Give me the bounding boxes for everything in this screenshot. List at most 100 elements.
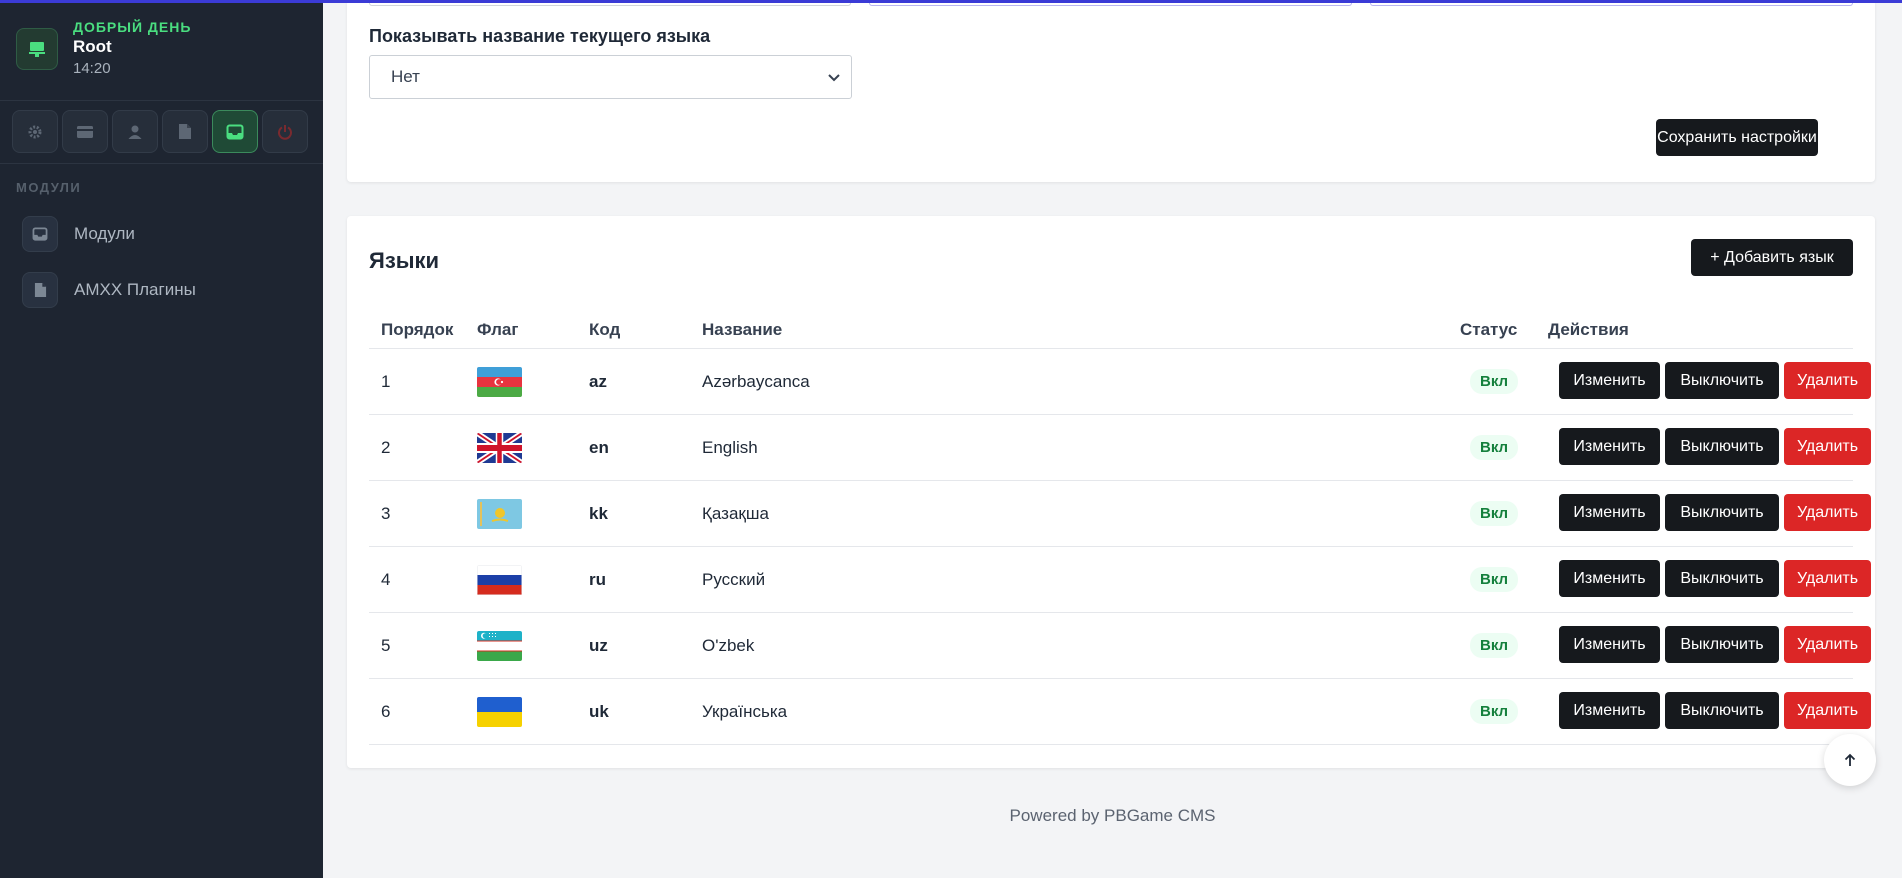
flag-en-icon — [477, 433, 522, 463]
edit-button[interactable]: Изменить — [1559, 692, 1660, 729]
settings-card: Показывать название текущего языка Нет С… — [347, 0, 1875, 182]
scroll-to-top-button[interactable] — [1824, 734, 1876, 786]
delete-button[interactable]: Удалить — [1784, 560, 1871, 597]
user-greeting: ДОБРЫЙ ДЕНЬ — [73, 19, 192, 35]
column-header-order: Порядок — [381, 320, 454, 339]
disable-button[interactable]: Выключить — [1665, 626, 1779, 663]
table-row: 6 uk Українська Вкл Изменить Выключить У… — [369, 679, 1871, 745]
row-code: kk — [589, 504, 608, 523]
languages-title: Языки — [369, 248, 440, 273]
select-value: Нет — [391, 67, 420, 86]
edit-button[interactable]: Изменить — [1559, 428, 1660, 465]
sidebar-item-label: AMXX Плагины — [74, 280, 196, 299]
sidebar-divider — [0, 163, 323, 164]
edit-button[interactable]: Изменить — [1559, 626, 1660, 663]
column-header-name: Название — [702, 320, 783, 339]
row-order: 6 — [381, 702, 391, 721]
monitor-icon — [29, 42, 45, 57]
top-accent-line — [0, 0, 1902, 3]
column-header-flag: Флаг — [477, 320, 519, 339]
delete-button[interactable]: Удалить — [1784, 494, 1871, 531]
row-name: Azərbaycanca — [702, 372, 810, 391]
status-badge: Вкл — [1470, 699, 1519, 724]
flag-uz-icon — [477, 631, 522, 661]
file-icon — [34, 283, 46, 297]
chevron-down-icon — [828, 74, 840, 82]
user-icon — [128, 125, 142, 139]
row-code: az — [589, 372, 607, 391]
inbox-icon — [226, 124, 244, 139]
disable-button[interactable]: Выключить — [1665, 560, 1779, 597]
row-code: en — [589, 438, 609, 457]
disable-button[interactable]: Выключить — [1665, 362, 1779, 399]
avatar[interactable] — [16, 28, 58, 70]
status-badge: Вкл — [1470, 501, 1519, 526]
file-icon — [179, 124, 191, 139]
edit-button[interactable]: Изменить — [1559, 362, 1660, 399]
delete-button[interactable]: Удалить — [1784, 692, 1871, 729]
row-order: 5 — [381, 636, 391, 655]
status-badge: Вкл — [1470, 369, 1519, 394]
row-code: ru — [589, 570, 606, 589]
table-row: 3 kk Қазақша Вкл Изменить Выключить Удал… — [369, 481, 1871, 547]
disable-button[interactable]: Выключить — [1665, 494, 1779, 531]
sidebar-item-modules[interactable]: Модули — [22, 215, 135, 253]
status-badge: Вкл — [1470, 567, 1519, 592]
column-header-code: Код — [589, 320, 621, 339]
table-header: Порядок Флаг Код Название Статус Действи… — [369, 311, 1853, 349]
status-badge: Вкл — [1470, 633, 1519, 658]
delete-button[interactable]: Удалить — [1784, 428, 1871, 465]
row-order: 3 — [381, 504, 391, 523]
row-code: uz — [589, 636, 608, 655]
add-language-button[interactable]: + Добавить язык — [1691, 239, 1853, 276]
row-name: Қазақша — [702, 504, 769, 523]
quick-settings-button[interactable] — [12, 110, 58, 153]
sidebar: ДОБРЫЙ ДЕНЬ Root 14:20 МОДУЛИ Модули AMX… — [0, 0, 323, 878]
quick-users-button[interactable] — [112, 110, 158, 153]
table-row: 2 en English Вкл Изменить Выключить Удал… — [369, 415, 1871, 481]
user-block: ДОБРЫЙ ДЕНЬ Root 14:20 — [16, 16, 306, 86]
quick-files-button[interactable] — [162, 110, 208, 153]
disable-button[interactable]: Выключить — [1665, 692, 1779, 729]
flag-ru-icon — [477, 565, 522, 595]
row-order: 4 — [381, 570, 391, 589]
row-code: uk — [589, 702, 609, 721]
table-row: 1 az Azərbaycanca Вкл Изменить Выключить… — [369, 349, 1871, 415]
edit-button[interactable]: Изменить — [1559, 560, 1660, 597]
table-row: 4 ru Русский Вкл Изменить Выключить Удал… — [369, 547, 1871, 613]
quick-payments-button[interactable] — [62, 110, 108, 153]
row-name: Українська — [702, 702, 788, 721]
row-name: Русский — [702, 570, 766, 589]
row-order: 1 — [381, 372, 391, 391]
column-header-actions: Действия — [1548, 320, 1629, 339]
flag-uk-icon — [477, 697, 522, 727]
delete-button[interactable]: Удалить — [1784, 362, 1871, 399]
column-header-status: Статус — [1460, 320, 1518, 339]
quick-modules-button[interactable] — [212, 110, 258, 153]
languages-card: Языки + Добавить язык Порядок Флаг Код Н… — [347, 216, 1875, 768]
arrow-up-icon — [1844, 753, 1856, 766]
user-time: 14:20 — [73, 60, 111, 77]
show-lang-select[interactable]: Нет — [369, 55, 852, 99]
disable-button[interactable]: Выключить — [1665, 428, 1779, 465]
delete-button[interactable]: Удалить — [1784, 626, 1871, 663]
row-order: 2 — [381, 438, 391, 457]
edit-button[interactable]: Изменить — [1559, 494, 1660, 531]
sidebar-divider — [0, 100, 323, 101]
inbox-icon — [32, 227, 48, 241]
quick-icons — [12, 110, 308, 154]
table-row: 5 uz O'zbek Вкл Изменить Выключить Удали… — [369, 613, 1871, 679]
gear-icon — [28, 125, 42, 138]
user-name: Root — [73, 37, 112, 56]
card-icon — [77, 125, 93, 138]
status-badge: Вкл — [1470, 435, 1519, 460]
save-settings-button[interactable]: Сохранить настройки — [1656, 119, 1818, 156]
quick-logout-button[interactable] — [262, 110, 308, 153]
sidebar-item-label: Модули — [74, 224, 135, 243]
flag-kk-icon — [477, 499, 522, 529]
power-icon — [278, 124, 292, 140]
show-lang-label: Показывать название текущего языка — [369, 26, 711, 46]
row-name: English — [702, 438, 758, 457]
sidebar-item-amxx-plugins[interactable]: AMXX Плагины — [22, 271, 196, 309]
row-name: O'zbek — [702, 636, 755, 655]
